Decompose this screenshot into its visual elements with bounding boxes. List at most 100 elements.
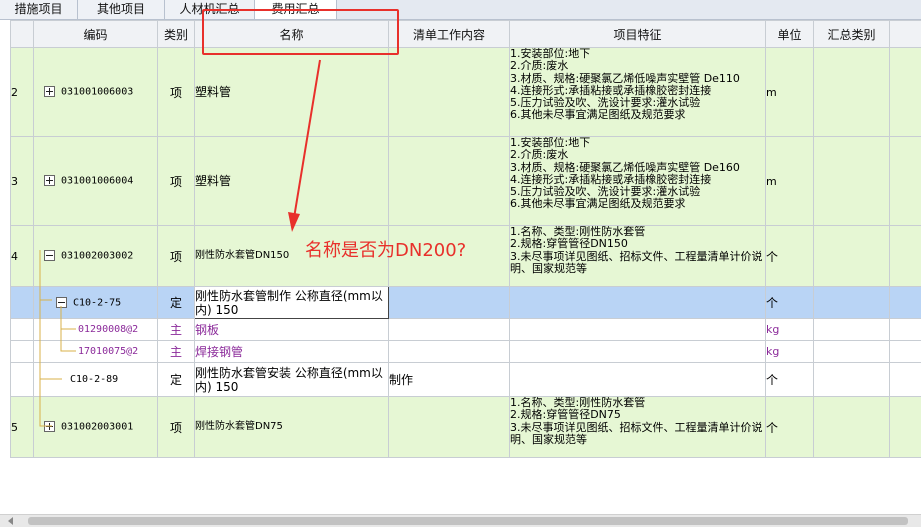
row-index bbox=[10, 318, 34, 341]
name-cell[interactable]: 钢板 bbox=[194, 318, 389, 341]
category-cell[interactable]: 主 bbox=[157, 340, 195, 363]
extra-cell bbox=[889, 340, 921, 363]
summary-category-cell[interactable] bbox=[813, 362, 890, 397]
horizontal-scrollbar[interactable] bbox=[0, 514, 921, 527]
collapse-minus-icon[interactable] bbox=[56, 296, 67, 308]
code-cell[interactable]: C10-2-89 bbox=[33, 362, 158, 397]
work-content-cell[interactable] bbox=[388, 286, 510, 319]
row-index: 2 bbox=[10, 47, 34, 137]
feature-line: 2.规格:穿管管径DN75 bbox=[510, 408, 621, 422]
summary-category-cell[interactable] bbox=[813, 225, 890, 287]
feature-line: 6.其他未尽事宜满足图纸及规范要求 bbox=[510, 197, 686, 211]
feature-line: 6.其他未尽事宜满足图纸及规范要求 bbox=[510, 108, 686, 122]
summary-category-cell[interactable] bbox=[813, 340, 890, 363]
name-cell[interactable]: 刚性防水套管DN75 bbox=[194, 396, 389, 458]
table-row[interactable]: 2 031001006003 项 塑料管 1.安装部位:地下 2.介质:废水 3… bbox=[10, 47, 921, 137]
feature-line: 2.规格:穿管管径DN150 bbox=[510, 237, 628, 251]
work-content-cell[interactable] bbox=[388, 396, 510, 458]
header-extra bbox=[889, 20, 921, 48]
category-cell[interactable]: 项 bbox=[157, 136, 195, 226]
name-edit-cell[interactable]: 刚性防水套管制作 公称直径(mm以内) 150 bbox=[194, 286, 389, 319]
feature-line: 3.未尽事项详见图纸、招标文件、工程量清单计价说明、国家规范等 bbox=[510, 420, 763, 446]
table-row[interactable]: 3 031001006004 项 塑料管 1.安装部位:地下 2.介质:废水 3… bbox=[10, 136, 921, 226]
code-cell[interactable]: 031002003002 bbox=[33, 225, 158, 287]
table-row[interactable]: 5 031002003001 项 刚性防水套管DN75 1.名称、类型:刚性防水… bbox=[10, 396, 921, 458]
extra-cell bbox=[889, 136, 921, 226]
table-row[interactable]: 17010075@2 主 焊接钢管 kg bbox=[10, 340, 921, 363]
header-category[interactable]: 类别 bbox=[157, 20, 195, 48]
work-content-cell[interactable] bbox=[388, 136, 510, 226]
unit-cell[interactable]: 个 bbox=[765, 225, 814, 287]
expand-plus-icon[interactable] bbox=[44, 175, 55, 187]
features-cell[interactable] bbox=[509, 286, 766, 319]
unit-cell[interactable]: m bbox=[765, 47, 814, 137]
extra-cell bbox=[889, 396, 921, 458]
summary-category-cell[interactable] bbox=[813, 318, 890, 341]
header-code[interactable]: 编码 bbox=[33, 20, 158, 48]
code-cell[interactable]: 17010075@2 bbox=[33, 340, 158, 363]
header-work-content[interactable]: 清单工作内容 bbox=[388, 20, 510, 48]
category-cell[interactable]: 项 bbox=[157, 47, 195, 137]
unit-cell[interactable]: m bbox=[765, 136, 814, 226]
feature-line: 2.介质:废水 bbox=[510, 59, 569, 73]
unit-cell[interactable]: kg bbox=[765, 318, 814, 341]
code-text: 031002003001 bbox=[61, 421, 134, 433]
work-content-cell[interactable] bbox=[388, 47, 510, 137]
category-cell[interactable]: 定 bbox=[157, 286, 195, 319]
code-cell[interactable]: 031001006004 bbox=[33, 136, 158, 226]
unit-cell[interactable]: kg bbox=[765, 340, 814, 363]
category-cell[interactable]: 定 bbox=[157, 362, 195, 397]
name-cell[interactable]: 塑料管 bbox=[194, 136, 389, 226]
tab-measures[interactable]: 措施项目 bbox=[0, 0, 78, 19]
row-index: 5 bbox=[10, 396, 34, 458]
table-row[interactable]: 01290008@2 主 钢板 kg bbox=[10, 318, 921, 341]
summary-category-cell[interactable] bbox=[813, 136, 890, 226]
scroll-left-icon[interactable] bbox=[8, 517, 13, 525]
header-features[interactable]: 项目特征 bbox=[509, 20, 766, 48]
collapse-minus-icon[interactable] bbox=[44, 250, 55, 262]
name-cell[interactable]: 塑料管 bbox=[194, 47, 389, 137]
features-cell[interactable]: 1.名称、类型:刚性防水套管 2.规格:穿管管径DN75 3.未尽事项详见图纸、… bbox=[509, 396, 766, 458]
expand-plus-icon[interactable] bbox=[44, 421, 55, 433]
code-cell[interactable]: 031002003001 bbox=[33, 396, 158, 458]
category-cell[interactable]: 项 bbox=[157, 225, 195, 287]
expand-plus-icon[interactable] bbox=[44, 86, 55, 98]
work-content-cell[interactable] bbox=[388, 318, 510, 341]
header-summary-category[interactable]: 汇总类别 bbox=[813, 20, 890, 48]
unit-cell[interactable]: 个 bbox=[765, 396, 814, 458]
extra-cell bbox=[889, 286, 921, 319]
scrollbar-thumb[interactable] bbox=[28, 517, 908, 525]
features-cell[interactable] bbox=[509, 362, 766, 397]
row-index: 4 bbox=[10, 225, 34, 287]
unit-cell[interactable]: 个 bbox=[765, 286, 814, 319]
summary-category-cell[interactable] bbox=[813, 396, 890, 458]
row-index: 3 bbox=[10, 136, 34, 226]
work-content-cell[interactable]: 制作 bbox=[388, 362, 510, 397]
features-cell[interactable]: 1.安装部位:地下 2.介质:废水 3.材质、规格:硬聚氯乙烯低噪声实壁管 De… bbox=[509, 136, 766, 226]
features-cell[interactable] bbox=[509, 318, 766, 341]
extra-cell bbox=[889, 225, 921, 287]
table-row-selected[interactable]: C10-2-75 定 刚性防水套管制作 公称直径(mm以内) 150 个 bbox=[10, 286, 921, 319]
features-cell[interactable] bbox=[509, 340, 766, 363]
code-cell[interactable]: 031001006003 bbox=[33, 47, 158, 137]
features-cell[interactable]: 1.安装部位:地下 2.介质:废水 3.材质、规格:硬聚氯乙烯低噪声实壁管 De… bbox=[509, 47, 766, 137]
code-cell[interactable]: 01290008@2 bbox=[33, 318, 158, 341]
code-text: 031001006003 bbox=[61, 86, 134, 98]
code-text: 031002003002 bbox=[61, 250, 134, 262]
features-cell[interactable]: 1.名称、类型:刚性防水套管 2.规格:穿管管径DN150 3.未尽事项详见图纸… bbox=[509, 225, 766, 287]
tab-other-items[interactable]: 其他项目 bbox=[78, 0, 165, 19]
category-cell[interactable]: 项 bbox=[157, 396, 195, 458]
feature-line: 3.未尽事项详见图纸、招标文件、工程量清单计价说明、国家规范等 bbox=[510, 249, 763, 275]
header-unit[interactable]: 单位 bbox=[765, 20, 814, 48]
name-cell[interactable]: 焊接钢管 bbox=[194, 340, 389, 363]
category-cell[interactable]: 主 bbox=[157, 318, 195, 341]
table-row[interactable]: C10-2-89 定 刚性防水套管安装 公称直径(mm以内) 150 制作 个 bbox=[10, 362, 921, 397]
extra-cell bbox=[889, 318, 921, 341]
name-cell[interactable]: 刚性防水套管安装 公称直径(mm以内) 150 bbox=[194, 362, 389, 397]
unit-cell[interactable]: 个 bbox=[765, 362, 814, 397]
work-content-cell[interactable] bbox=[388, 340, 510, 363]
code-cell[interactable]: C10-2-75 bbox=[33, 286, 158, 319]
tab-bar: 措施项目 其他项目 人材机汇总 费用汇总 bbox=[0, 0, 921, 20]
summary-category-cell[interactable] bbox=[813, 286, 890, 319]
summary-category-cell[interactable] bbox=[813, 47, 890, 137]
